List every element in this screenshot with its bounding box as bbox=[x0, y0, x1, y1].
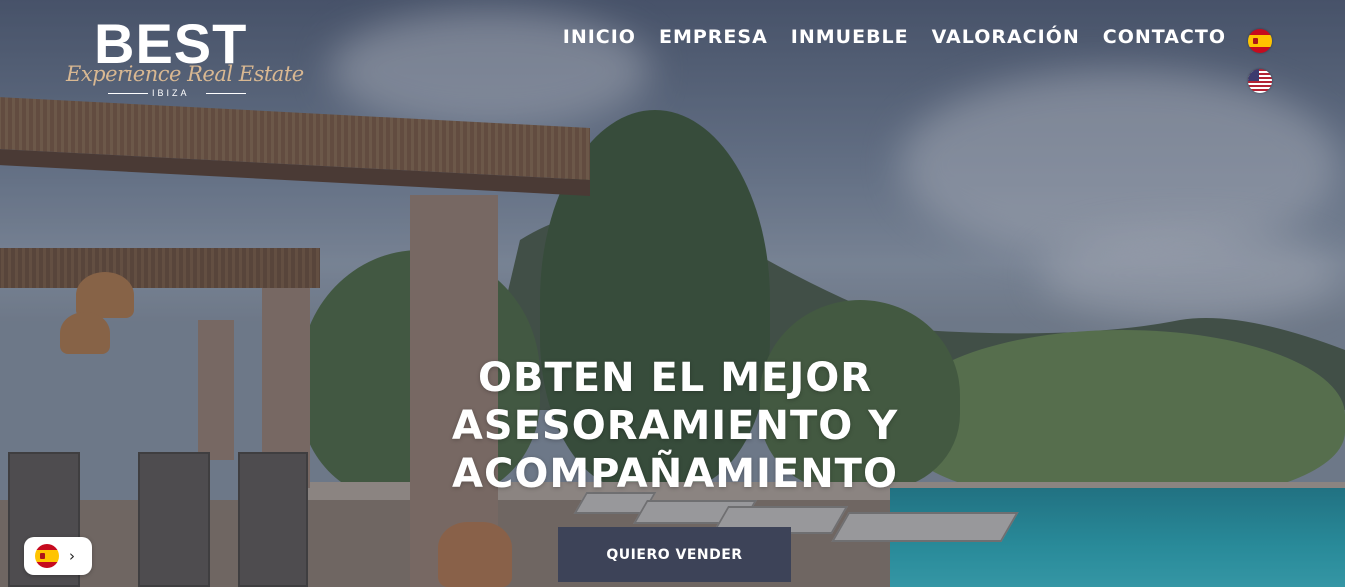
usa-flag-icon[interactable] bbox=[1248, 69, 1272, 93]
nav-item-empresa[interactable]: EMPRESA bbox=[659, 24, 768, 50]
logo-tagline: Experience Real Estate bbox=[66, 62, 304, 86]
headline-line-3: ACOMPAÑAMIENTO bbox=[452, 451, 898, 497]
nav-item-contacto[interactable]: CONTACTO bbox=[1103, 24, 1226, 50]
main-navigation: INICIO EMPRESA INMUEBLE VALORACIÓN CONTA… bbox=[563, 24, 1226, 50]
spain-flag-icon bbox=[35, 544, 59, 568]
quiero-vender-button[interactable]: QUIERO VENDER bbox=[558, 527, 791, 582]
site-logo[interactable]: BEST Experience Real Estate IBIZA bbox=[66, 16, 304, 102]
logo-divider-left bbox=[108, 93, 148, 94]
nav-item-valoracion[interactable]: VALORACIÓN bbox=[932, 24, 1080, 50]
logo-divider-right bbox=[206, 93, 246, 94]
nav-item-inmueble[interactable]: INMUEBLE bbox=[791, 24, 909, 50]
nav-item-inicio[interactable]: INICIO bbox=[563, 24, 636, 50]
headline-line-2: ASESORAMIENTO Y bbox=[451, 403, 899, 449]
language-switcher[interactable]: › bbox=[24, 537, 92, 575]
spain-flag-icon[interactable] bbox=[1248, 29, 1272, 53]
headline-line-1: OBTEN EL MEJOR bbox=[477, 355, 873, 401]
hero-headline: OBTEN EL MEJOR ASESORAMIENTO Y ACOMPAÑAM… bbox=[380, 354, 970, 498]
chevron-right-icon: › bbox=[69, 546, 75, 565]
logo-location: IBIZA bbox=[152, 88, 190, 98]
